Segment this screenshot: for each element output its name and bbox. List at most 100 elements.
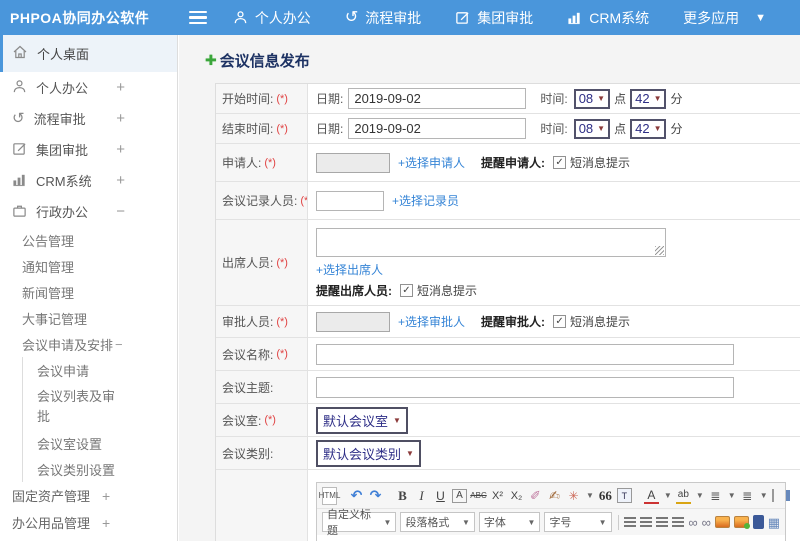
paste-text-icon[interactable]: T: [616, 488, 632, 503]
caret-down-icon[interactable]: ▼: [586, 491, 594, 500]
expand-plus-icon[interactable]: +: [116, 110, 125, 127]
sidebar-item-memorabilia[interactable]: 大事记管理: [0, 305, 177, 331]
start-hour-select[interactable]: 08 ▼: [573, 88, 611, 109]
paragraph-format-select[interactable]: 段落格式 ▼: [400, 512, 475, 532]
end-minute-select[interactable]: 42 ▼: [630, 118, 667, 139]
select-attendees-link[interactable]: +选择出席人: [316, 261, 383, 278]
topnav-more-apps[interactable]: 更多应用: [683, 8, 739, 28]
recorder-input[interactable]: [316, 190, 384, 211]
insert-table-icon[interactable]: ▦: [768, 516, 780, 529]
sidebar-item-personal-office[interactable]: 个人办公 +: [0, 72, 177, 103]
sidebar-item-personal-desktop[interactable]: 个人桌面: [0, 35, 177, 72]
strikethrough-button[interactable]: ABC: [470, 487, 486, 505]
superscript-button[interactable]: X²: [490, 487, 505, 505]
meeting-room-select[interactable]: 默认会议室 ▼: [316, 406, 408, 434]
select-approver-link[interactable]: +选择审批人: [398, 313, 465, 330]
sidebar-item-notices[interactable]: 通知管理: [0, 253, 177, 279]
html-source-button[interactable]: HTML: [319, 486, 340, 505]
field-cell: 日期: 时间: 08 ▼ 点 42 ▼ 分: [308, 114, 800, 143]
more-apps-caret-icon[interactable]: ▼: [755, 12, 766, 24]
sidebar-item-meeting-list-approval[interactable]: 会议列表及审批: [23, 383, 119, 430]
caret-down-icon[interactable]: ▼: [760, 491, 768, 500]
italic-button[interactable]: I: [414, 487, 429, 505]
insert-image-icon[interactable]: [714, 516, 730, 528]
insert-media-icon[interactable]: [752, 515, 764, 529]
caret-down-icon: ▼: [597, 124, 606, 133]
sidebar-sublabel: 大事记管理: [22, 311, 88, 327]
blockquote-button[interactable]: 66: [598, 487, 613, 505]
upload-image-icon[interactable]: [733, 516, 750, 529]
undo-icon[interactable]: ↶: [349, 487, 364, 505]
editor-content-area[interactable]: [317, 535, 785, 541]
highlight-color-button[interactable]: ab: [675, 488, 691, 504]
paint-icon[interactable]: ✳: [566, 487, 581, 505]
font-family-select[interactable]: 字体 ▼: [478, 512, 541, 532]
fullscreen-icon[interactable]: [785, 490, 790, 501]
font-color-button[interactable]: A: [643, 488, 659, 504]
applicant-sms-checkbox[interactable]: ✓: [553, 156, 567, 169]
align-left-icon[interactable]: [624, 516, 637, 528]
sidebar-item-library[interactable]: 图书管理 +: [0, 536, 177, 541]
expand-plus-icon[interactable]: +: [116, 79, 125, 96]
unlink-icon[interactable]: ∞: [702, 516, 711, 529]
start-date-input[interactable]: [348, 88, 527, 109]
attendees-sms-checkbox[interactable]: ✓: [400, 284, 413, 297]
end-date-input[interactable]: [348, 118, 527, 139]
menu-toggle-icon[interactable]: [188, 10, 207, 25]
sidebar-item-meeting-apply[interactable]: 会议申请: [23, 357, 177, 383]
approver-input[interactable]: [316, 311, 390, 332]
sidebar-item-meeting-room-settings[interactable]: 会议室设置: [23, 430, 177, 456]
subscript-button[interactable]: X₂: [509, 487, 524, 505]
ordered-list-icon[interactable]: ≣: [708, 487, 723, 505]
end-hour-select[interactable]: 08 ▼: [573, 118, 611, 139]
sidebar-item-crm[interactable]: CRM系统 +: [0, 165, 177, 196]
redo-icon[interactable]: ↷: [368, 487, 383, 505]
sidebar-item-admin-office[interactable]: 行政办公 −: [0, 196, 177, 227]
resize-grip-icon[interactable]: [655, 246, 664, 255]
start-minute-select[interactable]: 42 ▼: [630, 88, 667, 109]
align-center-icon[interactable]: [640, 516, 653, 528]
new-page-icon[interactable]: [771, 489, 774, 502]
sidebar-item-fixed-assets[interactable]: 固定资产管理 +: [0, 482, 177, 509]
label-text: 会议室:: [222, 413, 262, 428]
meeting-type-select[interactable]: 默认会议类别 ▼: [316, 439, 421, 467]
caret-down-icon[interactable]: ▼: [696, 491, 704, 500]
eraser-icon[interactable]: ✐: [528, 487, 543, 505]
caret-down-icon[interactable]: ▼: [664, 491, 672, 500]
topnav-group-approval[interactable]: 集团审批: [455, 8, 533, 28]
sidebar-item-workflow-approval[interactable]: ↺ 流程审批 +: [0, 103, 177, 134]
link-icon[interactable]: ∞: [688, 516, 697, 529]
topnav-crm[interactable]: CRM系统: [567, 8, 649, 28]
sidebar-item-meeting-type-settings[interactable]: 会议类别设置: [23, 456, 177, 482]
meeting-name-input[interactable]: [316, 343, 734, 365]
format-painter-icon[interactable]: ✍: [547, 487, 562, 505]
align-justify-icon[interactable]: [672, 516, 685, 528]
sidebar-item-announcements[interactable]: 公告管理: [0, 227, 177, 253]
custom-heading-select[interactable]: 自定义标题 ▼: [322, 509, 397, 537]
sidebar-item-group-approval[interactable]: 集团审批 +: [0, 134, 177, 165]
sidebar-item-news[interactable]: 新闻管理: [0, 279, 177, 305]
expand-plus-icon[interactable]: +: [116, 141, 125, 158]
topnav-workflow-approval[interactable]: ↺ 流程审批: [345, 8, 421, 28]
select-recorder-link[interactable]: +选择记录员: [392, 192, 459, 209]
expand-plus-icon[interactable]: +: [116, 172, 125, 189]
applicant-input[interactable]: [316, 152, 390, 173]
home-icon: [12, 44, 28, 63]
caret-down-icon[interactable]: ▼: [728, 491, 736, 500]
attendees-textarea[interactable]: [316, 228, 666, 257]
sidebar-item-office-supplies[interactable]: 办公用品管理 +: [0, 509, 177, 536]
approver-sms-checkbox[interactable]: ✓: [553, 315, 567, 328]
font-style-button[interactable]: A: [452, 488, 467, 503]
unordered-list-icon[interactable]: ≣: [740, 487, 755, 505]
meeting-subject-input[interactable]: [316, 376, 734, 398]
font-size-select[interactable]: 字号 ▼: [544, 512, 612, 532]
sidebar-item-meeting-group[interactable]: 会议申请及安排 −: [0, 331, 177, 357]
align-right-icon[interactable]: [656, 516, 669, 528]
underline-button[interactable]: U: [433, 487, 448, 505]
editor-toolbar-2: 自定义标题 ▼ 段落格式 ▼ 字体 ▼ 字号 ▼ ∞ ∞ ▦: [317, 509, 785, 537]
field-label: 出席人员: (*): [216, 220, 308, 305]
collapse-minus-icon[interactable]: −: [116, 203, 125, 220]
topnav-personal-office[interactable]: 个人办公: [233, 8, 311, 28]
bold-button[interactable]: B: [395, 487, 410, 505]
select-applicant-link[interactable]: +选择申请人: [398, 154, 465, 171]
